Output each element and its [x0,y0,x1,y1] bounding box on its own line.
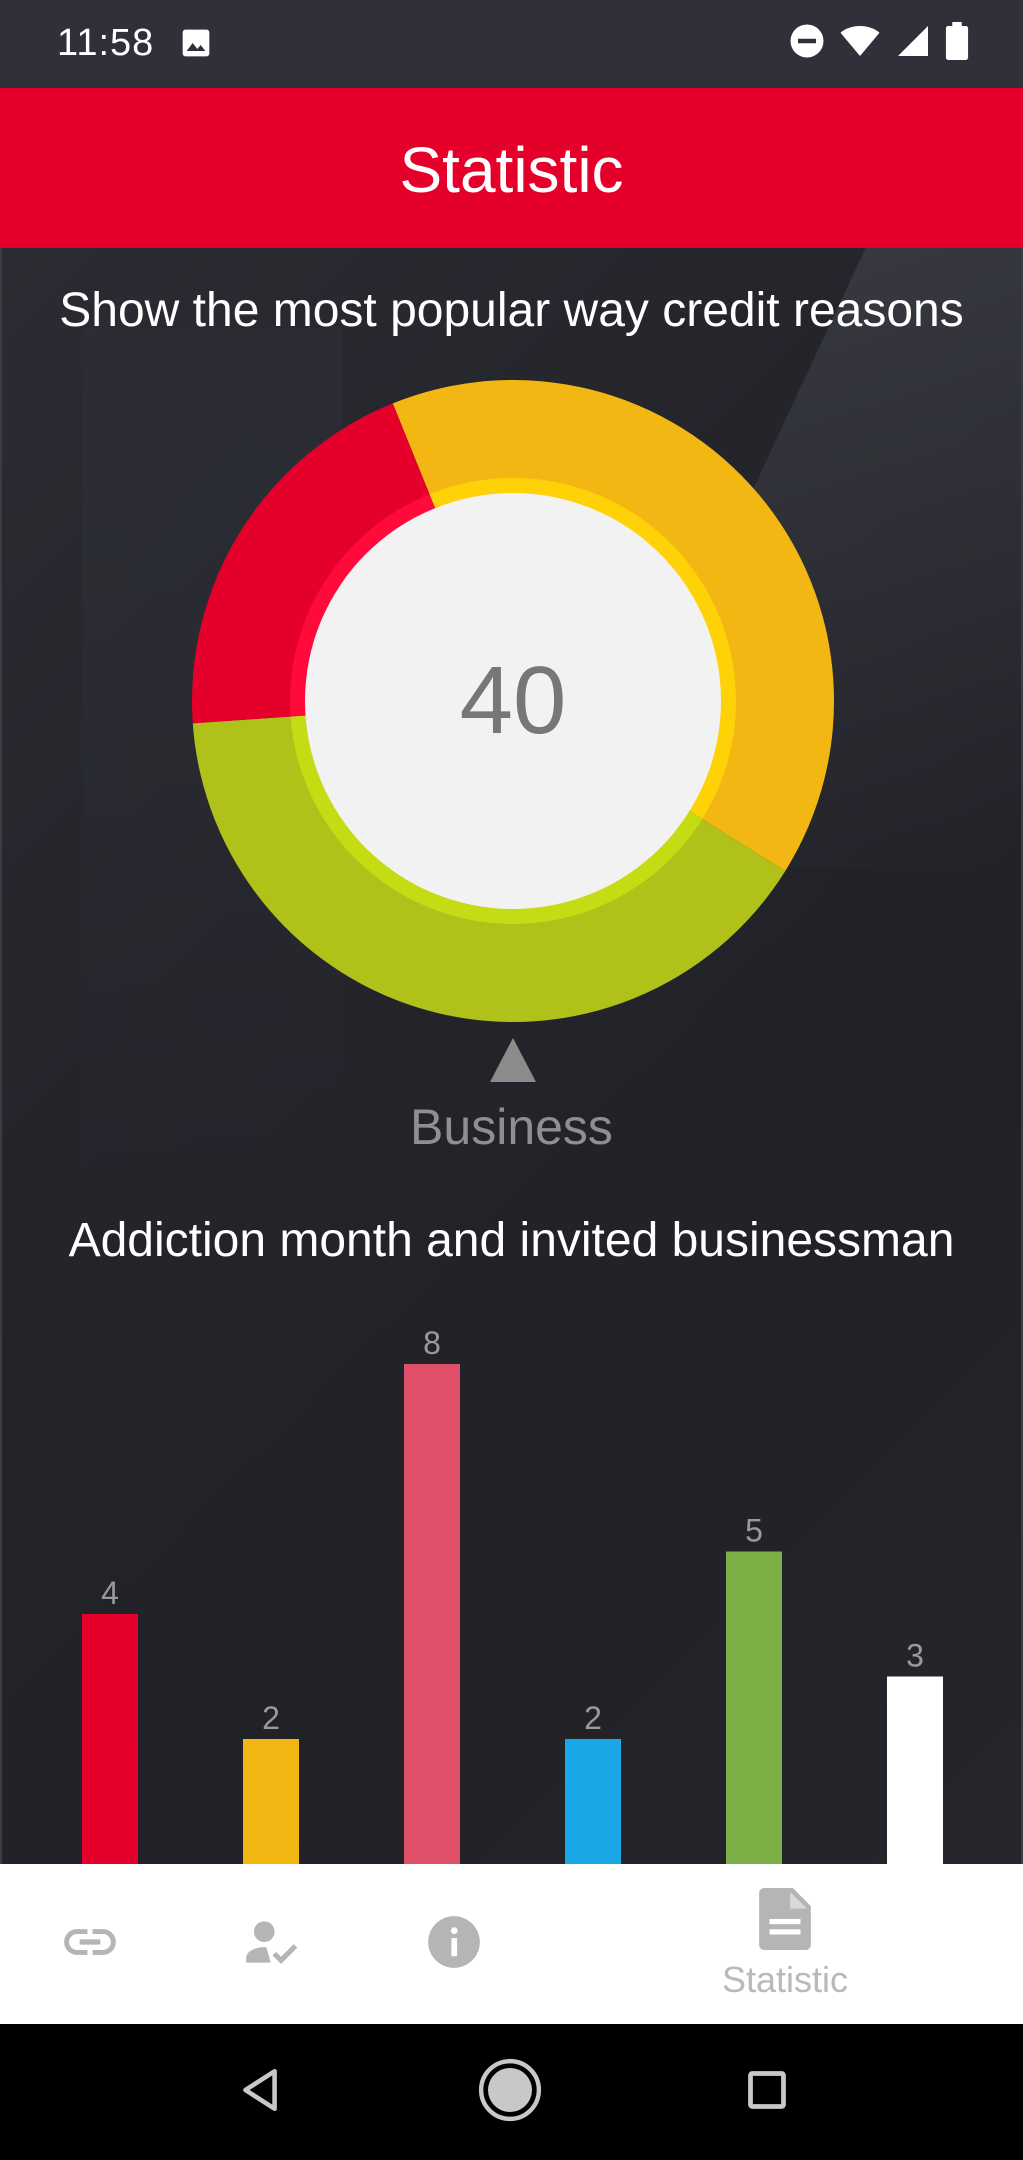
bar-value-label: 3 [906,1638,924,1674]
bar[interactable] [565,1739,621,1864]
statistics-content[interactable]: Show the most popular way credit reasons… [0,248,1023,1864]
app-screen: 11:58 Statistic Show the most popular wa… [0,0,1023,2160]
document-icon [757,1887,813,1955]
bar-value-label: 8 [423,1325,441,1361]
bar[interactable] [726,1551,782,1865]
bar[interactable] [82,1614,138,1864]
nav-item-links[interactable] [40,1864,140,2024]
donut-chart-title: Show the most popular way credit reasons [59,284,964,337]
bar-chart[interactable]: 4 2 8 2 5 3 [2,1308,1021,1864]
page-title: Statistic [399,134,624,206]
home-button[interactable] [470,2024,550,2160]
system-navigation-bar [0,2024,1023,2160]
bar[interactable] [243,1739,299,1864]
status-time: 11:58 [57,22,155,64]
bar-value-label: 2 [262,1700,280,1736]
nav-item-statistic[interactable]: Statistic [690,1864,880,2024]
donut-selected-label: Business [410,1099,613,1155]
back-icon [235,2065,285,2120]
link-icon [59,1911,121,1978]
status-icons [789,22,969,65]
nav-item-verified-users[interactable] [222,1864,322,2024]
selection-pointer-icon [490,1038,536,1082]
bottom-navigation: Statistic [0,1864,1023,2024]
donut-chart[interactable]: 40 [190,378,836,1024]
person-check-icon [241,1911,303,1978]
donut-center-value: 40 [459,647,567,754]
wifi-icon [839,23,881,64]
battery-icon [945,22,969,65]
nav-item-info[interactable] [404,1864,504,2024]
recents-icon [745,2068,789,2117]
app-bar: Statistic [0,88,1023,248]
bar[interactable] [887,1676,943,1865]
bar-value-label: 2 [584,1700,602,1736]
status-bar: 11:58 [0,0,1023,88]
back-button[interactable] [220,2024,300,2160]
signal-icon [895,23,931,64]
do-not-disturb-icon [789,23,825,64]
image-icon [180,27,212,64]
nav-item-label: Statistic [721,1958,849,2000]
bar-value-label: 4 [101,1575,119,1611]
home-icon [477,2057,543,2128]
bar-value-label: 5 [745,1513,763,1549]
bar-chart-title: Addiction month and invited businessman [68,1214,955,1267]
recents-button[interactable] [727,2024,807,2160]
bar[interactable] [404,1364,460,1864]
info-icon [423,1911,485,1978]
